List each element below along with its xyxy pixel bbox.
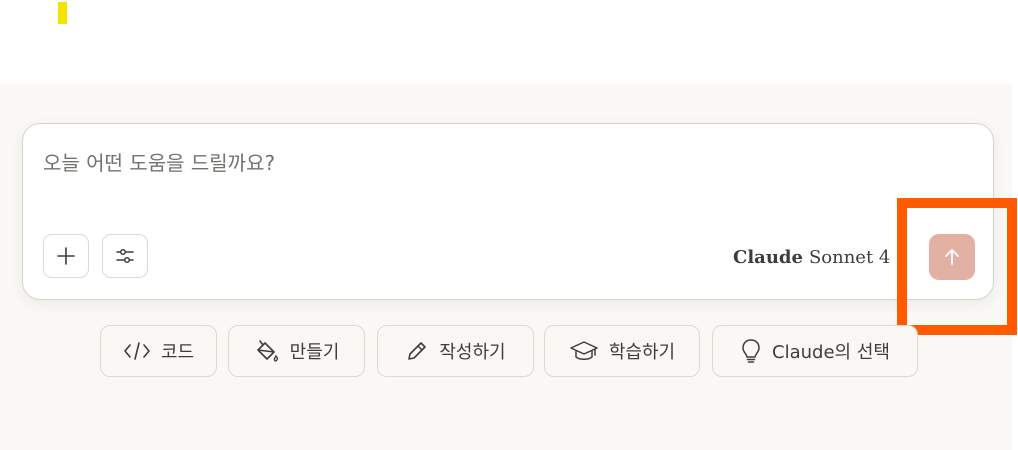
model-name: Sonnet 4 (808, 246, 891, 268)
top-area (0, 0, 1018, 84)
chip-write[interactable]: 작성하기 (377, 325, 534, 377)
chat-composer: Claude Sonnet 4 (22, 123, 994, 300)
sliders-icon (116, 248, 134, 264)
send-button[interactable] (929, 234, 975, 280)
plus-icon (57, 247, 75, 265)
chip-code[interactable]: 코드 (100, 325, 217, 377)
model-brand: Claude (733, 246, 803, 268)
tools-button[interactable] (102, 234, 148, 278)
chip-label: 코드 (160, 342, 195, 363)
arrow-up-icon (945, 249, 959, 265)
lightbulb-icon (742, 339, 760, 363)
prompt-input[interactable] (43, 146, 943, 180)
model-selector[interactable]: Claude Sonnet 4 (733, 242, 908, 272)
chevron-down-icon (897, 254, 908, 260)
add-attachment-button[interactable] (43, 234, 89, 278)
pencil-icon (408, 342, 427, 360)
chip-create[interactable]: 만들기 (228, 325, 365, 377)
code-icon (124, 342, 150, 360)
text-cursor-marker (58, 2, 67, 24)
graduation-cap-icon (570, 341, 598, 360)
chip-label: Claude의 선택 (772, 342, 890, 363)
chip-label: 학습하기 (608, 342, 676, 363)
chip-learn[interactable]: 학습하기 (544, 325, 700, 377)
chip-label: 작성하기 (439, 342, 506, 363)
chip-label: 만들기 (289, 342, 340, 363)
paint-bucket-icon (256, 340, 278, 362)
chip-claude-choice[interactable]: Claude의 선택 (712, 325, 918, 377)
